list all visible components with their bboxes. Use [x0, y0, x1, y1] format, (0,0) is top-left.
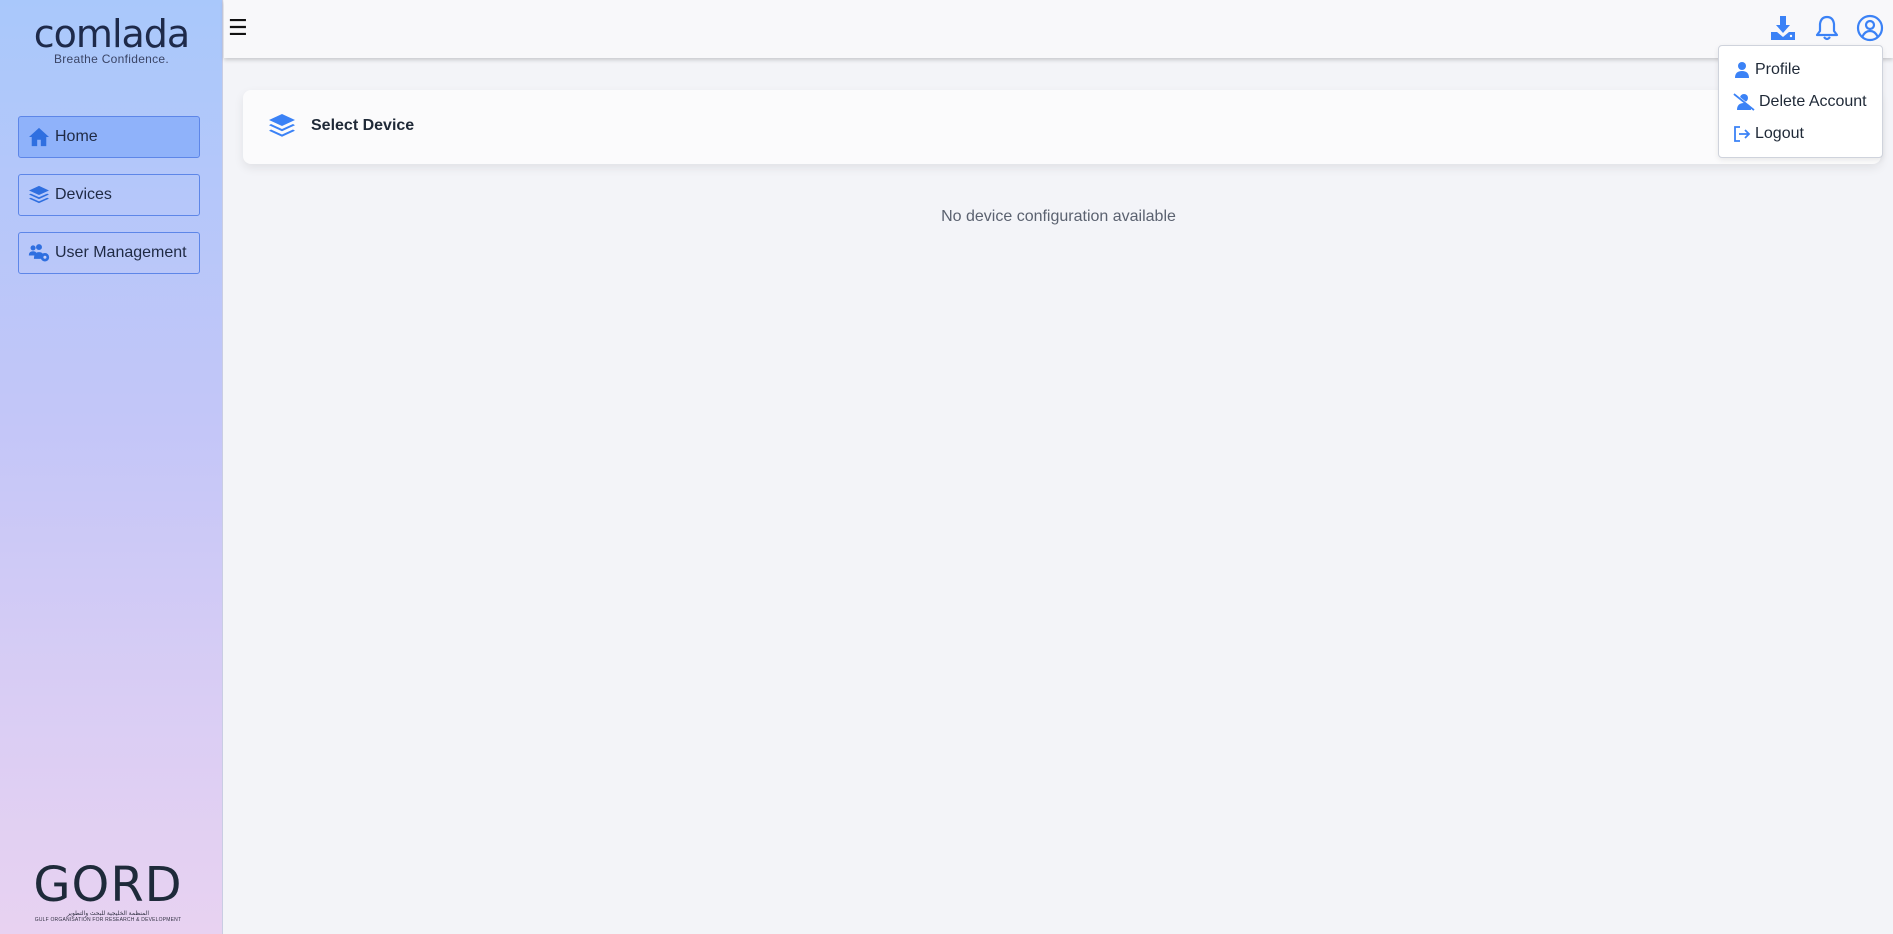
sidebar-item-label: User Management [55, 244, 187, 261]
user-icon [1735, 62, 1749, 78]
layers-icon [267, 112, 297, 142]
sidebar: comlada Breathe Confidence. Home Devices… [0, 0, 223, 934]
select-device-card[interactable]: Select Device [243, 90, 1881, 164]
brand-logo[interactable]: comlada Breathe Confidence. [0, 12, 223, 66]
menu-item-label: Logout [1755, 125, 1804, 142]
bell-icon[interactable] [1813, 14, 1841, 42]
sidebar-item-devices[interactable]: Devices [18, 174, 200, 216]
menu-item-profile[interactable]: Profile [1719, 54, 1882, 86]
gord-logo-english: GULF ORGANISATION FOR RESEARCH & DEVELOP… [34, 917, 182, 923]
sidebar-item-label: Devices [55, 186, 112, 203]
users-gear-icon [27, 243, 51, 263]
user-slash-icon [1733, 93, 1755, 111]
menu-item-logout[interactable]: Logout [1719, 118, 1882, 150]
sidebar-item-home[interactable]: Home [18, 116, 200, 158]
top-bar: ☰ [224, 0, 1893, 58]
menu-item-label: Profile [1755, 61, 1801, 78]
empty-state-message: No device configuration available [941, 208, 1176, 225]
download-icon[interactable] [1769, 14, 1797, 42]
logout-icon [1734, 126, 1751, 142]
menu-item-delete-account[interactable]: Delete Account [1719, 86, 1882, 118]
sidebar-nav: Home Devices User Management [18, 116, 200, 290]
home-icon [27, 127, 51, 147]
gord-logo: GORD المنظمة الخليجية للبحث والتطوير GUL… [28, 860, 188, 923]
sidebar-item-user-management[interactable]: User Management [18, 232, 200, 274]
brand-logo-text: comlada [33, 12, 190, 56]
layers-icon [27, 185, 51, 205]
user-circle-icon[interactable] [1856, 14, 1884, 42]
sidebar-item-label: Home [55, 128, 98, 145]
card-title: Select Device [311, 117, 415, 134]
gord-logo-text: GORD [33, 857, 183, 913]
user-menu-dropdown: Profile Delete Account Logout [1718, 45, 1883, 158]
hamburger-icon[interactable]: ☰ [228, 16, 252, 40]
menu-item-label: Delete Account [1759, 93, 1867, 110]
